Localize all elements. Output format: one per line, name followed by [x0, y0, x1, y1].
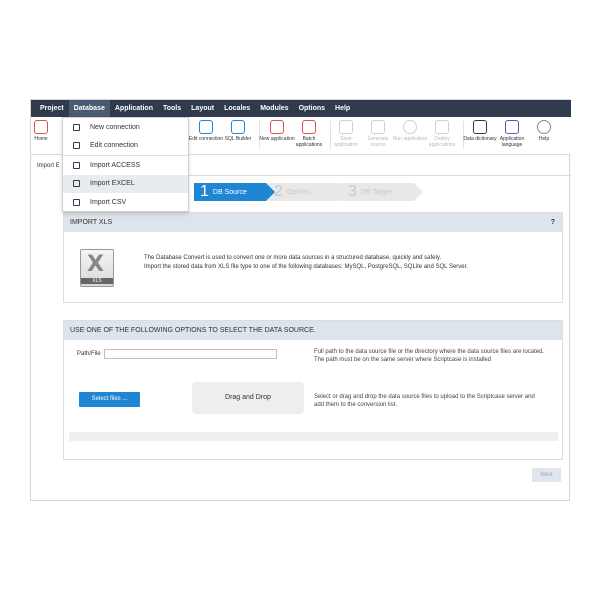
path-note-line-1: Full path to the data source file or the… [314, 349, 545, 355]
wizard-steps: 1 DB Source 2 Options 3 DB Target [194, 183, 423, 201]
deploy-applications-label: Deploy applications [428, 136, 456, 148]
data-source-header: USE ONE OF THE FOLLOWING OPTIONS TO SELE… [64, 321, 562, 340]
help-button[interactable]: Help [526, 120, 562, 142]
help-question-icon[interactable]: ? [551, 213, 555, 232]
save-icon [339, 120, 353, 134]
generate-source-button[interactable]: Generate source [360, 120, 396, 148]
import-xls-header: IMPORT XLS ? [64, 213, 562, 232]
menu-item-import-csv[interactable]: Import CSV [63, 193, 188, 212]
menu-item-import-access[interactable]: Import ACCESS [63, 156, 188, 175]
menu-modules[interactable]: Modules [255, 100, 293, 117]
csv-icon [73, 198, 80, 206]
deploy-applications-button[interactable]: Deploy applications [424, 120, 460, 148]
generate-icon [371, 120, 385, 134]
data-source-panel: USE ONE OF THE FOLLOWING OPTIONS TO SELE… [63, 320, 563, 460]
access-icon [73, 161, 80, 169]
wizard-step-db-source[interactable]: 1 DB Source [194, 183, 275, 201]
new-connection-icon [73, 123, 80, 131]
run-application-button[interactable]: Run application [392, 120, 428, 142]
import-description-line-2: Import the stored data from XLS file typ… [144, 264, 468, 270]
menu-project[interactable]: Project [35, 100, 69, 117]
menu-options[interactable]: Options [294, 100, 330, 117]
save-application-label: Save application [334, 136, 358, 148]
application-language-button[interactable]: Application language [494, 120, 530, 148]
menu-item-label: New connection [90, 123, 140, 131]
edit-connection-button[interactable]: Edit connection [188, 120, 224, 142]
menu-item-label: Edit connection [90, 142, 138, 150]
help-icon [537, 120, 551, 134]
menu-item-edit-connection[interactable]: Edit connection [63, 137, 188, 156]
select-files-button[interactable]: Select files ... [79, 392, 140, 407]
data-dictionary-button[interactable]: Data dictionary [462, 120, 498, 142]
new-application-icon [270, 120, 284, 134]
batch-applications-label: Batch applications [295, 136, 323, 148]
xls-icon-text: XLS [81, 278, 113, 284]
new-application-button[interactable]: New application [259, 120, 295, 142]
data-dictionary-icon [473, 120, 487, 134]
home-icon [34, 120, 48, 134]
path-file-input[interactable] [104, 349, 277, 359]
edit-connection-label: Edit connection [188, 136, 224, 142]
path-file-label: Path/File [77, 351, 101, 357]
step-label: DB Target [360, 188, 392, 196]
language-icon [505, 120, 519, 134]
application-language-label: Application language [499, 136, 525, 148]
step-number: 3 [348, 183, 357, 200]
path-note-line-2: The path must be on the same server wher… [314, 357, 492, 363]
menu-item-label: Import EXCEL [90, 180, 135, 188]
step-number: 1 [200, 183, 209, 200]
menu-tools[interactable]: Tools [158, 100, 186, 117]
sql-builder-button[interactable]: SQL Builder [220, 120, 256, 142]
run-icon [403, 120, 417, 134]
menu-locales[interactable]: Locales [219, 100, 255, 117]
next-button[interactable]: Next [532, 468, 561, 482]
wizard-step-db-target[interactable]: 3 DB Target [342, 183, 423, 201]
new-application-label: New application [259, 136, 295, 142]
excel-icon [73, 180, 80, 188]
step-label: Options [286, 188, 312, 196]
sql-builder-label: SQL Builder [224, 136, 252, 142]
menu-item-import-excel[interactable]: Import EXCEL [63, 174, 188, 193]
menu-item-label: Import CSV [90, 198, 127, 206]
menu-bar: Project Database Application Tools Layou… [31, 100, 571, 117]
menu-layout[interactable]: Layout [186, 100, 219, 117]
menu-item-label: Import ACCESS [90, 161, 141, 169]
import-description-line-1: The Database Convert is used to convert … [144, 255, 442, 261]
xls-file-icon: X XLS [80, 249, 114, 287]
panel-title: USE ONE OF THE FOLLOWING OPTIONS TO SELE… [70, 327, 316, 334]
excel-x-glyph: X [87, 252, 104, 277]
run-application-label: Run application [392, 136, 428, 142]
database-dropdown-menu: New connection Edit connection Import AC… [62, 117, 189, 212]
panel-title: IMPORT XLS [70, 219, 113, 226]
menu-database[interactable]: Database [68, 100, 110, 117]
drop-note-line-2: add them to the conversion list. [314, 402, 398, 408]
drag-and-drop-zone[interactable]: Drag and Drop [192, 382, 304, 414]
menu-item-new-connection[interactable]: New connection [63, 118, 188, 137]
deploy-icon [435, 120, 449, 134]
batch-applications-icon [302, 120, 316, 134]
database-edit-icon [199, 120, 213, 134]
save-application-button[interactable]: Save application [328, 120, 364, 148]
help-label: Help [538, 136, 550, 142]
home-button[interactable]: Home [23, 120, 59, 142]
home-label: Home [34, 136, 48, 142]
menu-application[interactable]: Application [110, 100, 158, 117]
upload-progress-bar [69, 432, 558, 441]
step-label: DB Source [212, 188, 247, 196]
generate-source-label: Generate source [367, 136, 389, 148]
step-number: 2 [274, 183, 283, 200]
import-xls-panel: IMPORT XLS ? X XLS The Database Convert … [63, 212, 563, 303]
batch-applications-button[interactable]: Batch applications [291, 120, 327, 148]
data-dictionary-label: Data dictionary [463, 136, 497, 142]
database-sql-icon [231, 120, 245, 134]
wizard-step-options[interactable]: 2 Options [268, 183, 349, 201]
edit-connection-icon [73, 142, 80, 150]
drop-note-line-1: Select or drag and drop the data source … [314, 394, 535, 400]
menu-help[interactable]: Help [330, 100, 355, 117]
